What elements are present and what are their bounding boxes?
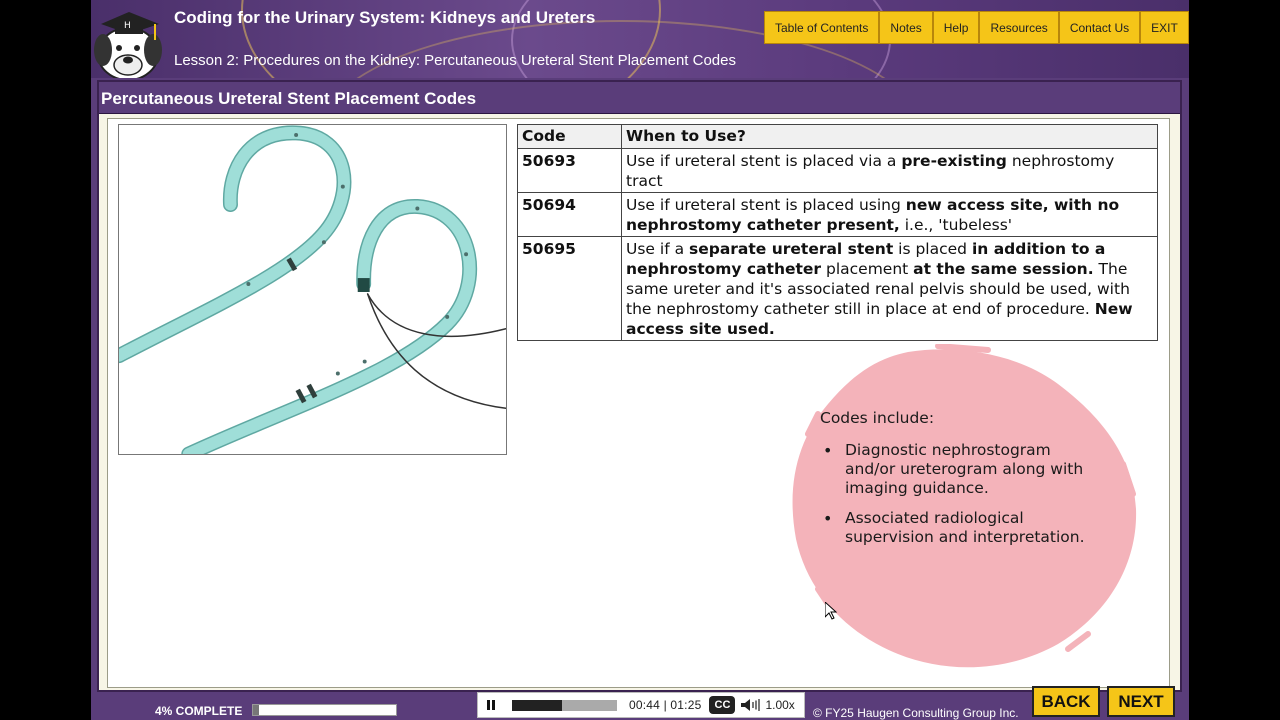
resources-button[interactable]: Resources xyxy=(979,11,1059,44)
description-cell: Use if ureteral stent is placed using ne… xyxy=(621,192,1158,237)
back-button[interactable]: BACK xyxy=(1032,686,1100,717)
codes-include-callout: Codes include: Diagnostic nephrostogram … xyxy=(820,409,1090,558)
course-header: H Coding for the Urinary System: Kidneys… xyxy=(91,0,1189,78)
code-cell: 50693 xyxy=(517,148,622,193)
table-of-contents-button[interactable]: Table of Contents xyxy=(764,11,880,44)
pause-icon xyxy=(487,700,490,710)
column-header-when: When to Use? xyxy=(621,124,1158,149)
seek-bar[interactable] xyxy=(512,699,617,711)
table-row: 50693 Use if ureteral stent is placed vi… xyxy=(517,148,1158,193)
progress-label: 4% COMPLETE xyxy=(155,704,243,718)
notes-button[interactable]: Notes xyxy=(879,11,933,44)
contact-us-button[interactable]: Contact Us xyxy=(1058,11,1141,44)
mouse-cursor-icon xyxy=(825,602,837,620)
code-cell: 50695 xyxy=(517,236,622,341)
svg-text:H: H xyxy=(124,21,131,31)
slide-frame: Percutaneous Ureteral Stent Placement Co… xyxy=(97,80,1182,692)
seek-bar-fill xyxy=(512,699,563,711)
includes-list: Diagnostic nephrostogram and/or ureterog… xyxy=(820,441,1090,547)
code-cell: 50694 xyxy=(517,192,622,237)
progress-bar xyxy=(252,704,397,716)
list-item: Diagnostic nephrostogram and/or ureterog… xyxy=(823,441,1090,498)
copyright-text: © FY25 Haugen Consulting Group Inc. xyxy=(813,706,1019,720)
table-row: 50695 Use if a separate ureteral stent i… xyxy=(517,236,1158,341)
slide-content: Code When to Use? 50693 Use if ureteral … xyxy=(107,118,1170,688)
course-title: Coding for the Urinary System: Kidneys a… xyxy=(174,8,596,27)
pause-button[interactable] xyxy=(478,693,504,717)
description-cell: Use if ureteral stent is placed via a pr… xyxy=(621,148,1158,193)
top-navigation: Table of Contents Notes Help Resources C… xyxy=(764,11,1189,44)
list-item: Associated radiological supervision and … xyxy=(823,509,1090,547)
time-readout: 00:44 | 01:25 xyxy=(629,698,702,712)
lesson-title: Lesson 2: Procedures on the Kidney: Perc… xyxy=(174,52,736,69)
help-button[interactable]: Help xyxy=(932,11,980,44)
column-header-code: Code xyxy=(517,124,622,149)
section-title: Percutaneous Ureteral Stent Placement Co… xyxy=(99,82,1180,114)
course-player: H Coding for the Urinary System: Kidneys… xyxy=(91,0,1189,720)
progress-bar-fill xyxy=(253,705,259,715)
volume-icon[interactable] xyxy=(741,698,761,712)
next-button[interactable]: NEXT xyxy=(1107,686,1175,717)
ureteral-stent-image xyxy=(118,124,507,455)
table-row: 50694 Use if ureteral stent is placed us… xyxy=(517,192,1158,237)
table-header-row: Code When to Use? xyxy=(517,124,1158,149)
exit-button[interactable]: EXIT xyxy=(1140,11,1189,44)
closed-captions-button[interactable]: CC xyxy=(709,696,736,714)
includes-heading: Codes include: xyxy=(820,409,935,427)
codes-table: Code When to Use? 50693 Use if ureteral … xyxy=(517,124,1158,341)
playback-speed[interactable]: 1.00x xyxy=(765,698,794,712)
description-cell: Use if a separate ureteral stent is plac… xyxy=(621,236,1158,341)
media-player-controls: 00:44 | 01:25 CC 1.00x xyxy=(477,692,805,718)
mascot-logo-icon: H xyxy=(94,12,162,78)
